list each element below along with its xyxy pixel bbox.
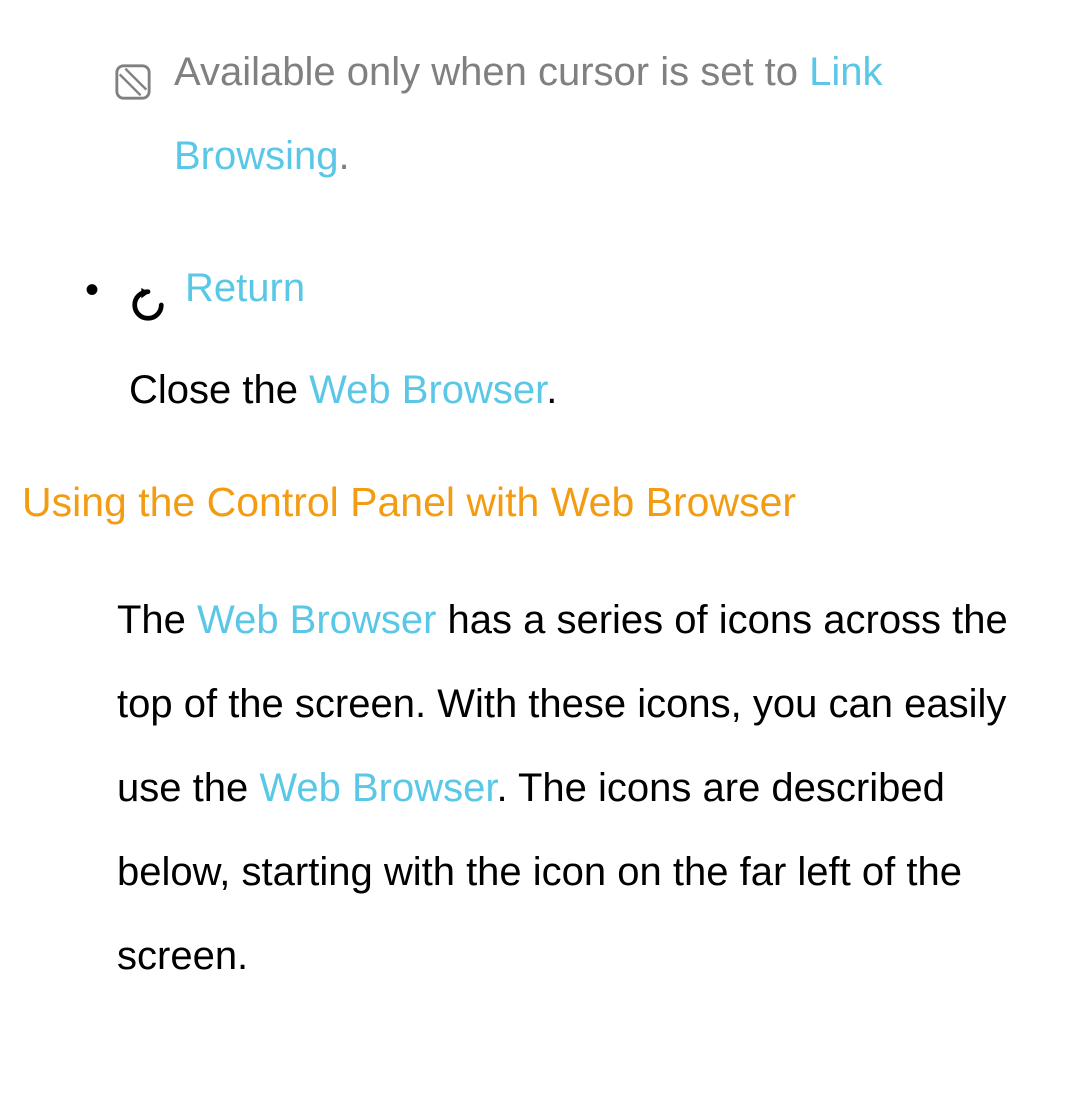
note-icon — [114, 46, 152, 84]
return-icon — [129, 269, 167, 307]
bullet-body-after: . — [546, 368, 557, 412]
bullet-marker: • — [85, 248, 99, 332]
para-text-1: The — [117, 598, 197, 642]
return-label: Return — [185, 246, 305, 330]
web-browser-term: Web Browser — [309, 368, 546, 412]
note-text: Available only when cursor is set to Lin… — [174, 30, 1058, 198]
note-text-before: Available only when cursor is set to — [174, 50, 809, 94]
section-heading: Using the Control Panel with Web Browser — [22, 472, 1058, 534]
return-bullet-item: • Return Close the Web Browser. — [22, 246, 1058, 432]
note-text-after: . — [339, 134, 350, 178]
section-body: The Web Browser has a series of icons ac… — [22, 578, 1058, 998]
note-block: Available only when cursor is set to Lin… — [22, 30, 1058, 198]
web-browser-term-2: Web Browser — [197, 598, 436, 642]
web-browser-term-3: Web Browser — [259, 766, 496, 810]
bullet-head: Return — [129, 246, 1058, 330]
bullet-body-before: Close the — [129, 368, 309, 412]
bullet-body: Close the Web Browser. — [129, 348, 1058, 432]
